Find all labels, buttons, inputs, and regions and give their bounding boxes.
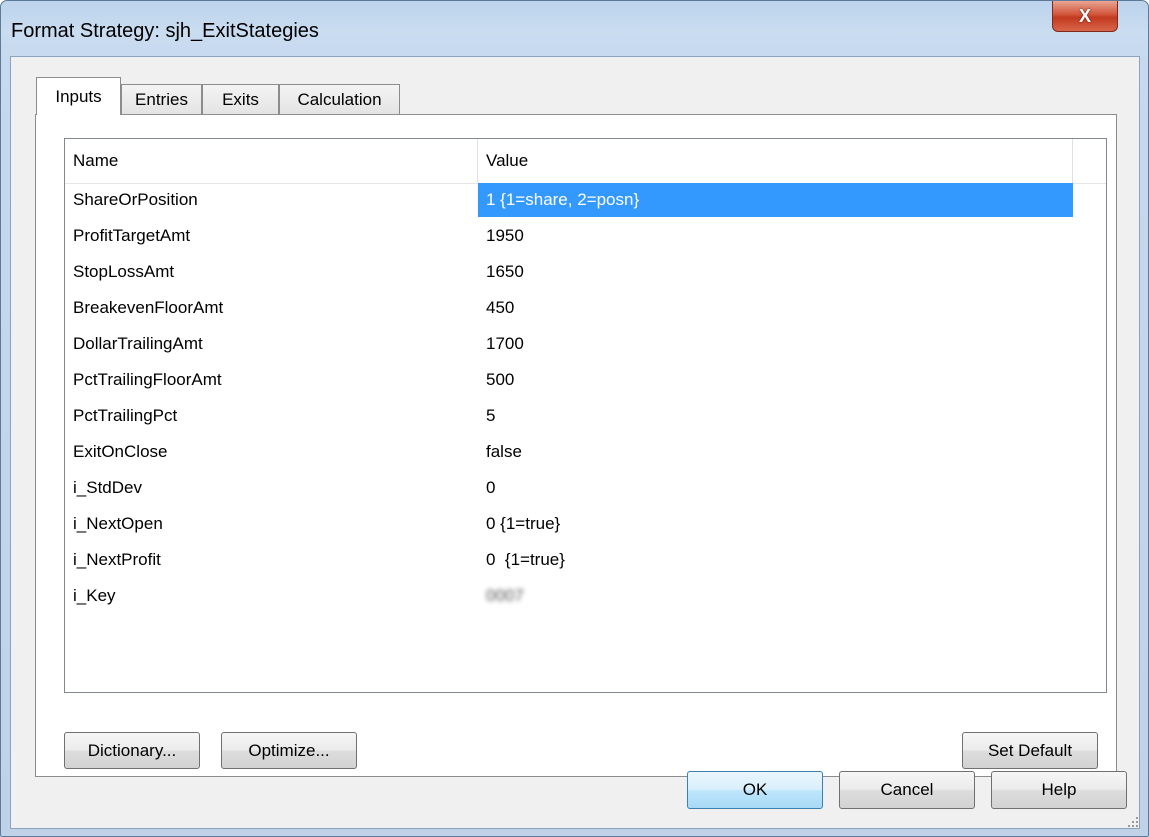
column-header-value-label: Value [486, 151, 529, 170]
dictionary-button[interactable]: Dictionary... [64, 732, 200, 769]
table-row[interactable]: PctTrailingFloorAmt 500 [65, 363, 1106, 399]
table-row[interactable]: ExitOnClose false [65, 435, 1106, 471]
row-name: i_StdDev [73, 478, 142, 497]
row-value[interactable]: false [478, 435, 1073, 469]
row-value[interactable]: 450 [478, 291, 1073, 325]
column-header-value[interactable]: Value [478, 139, 1073, 183]
tab-entries[interactable]: Entries [121, 84, 202, 115]
format-strategy-dialog: Format Strategy: sjh_ExitStategies X Inp… [0, 0, 1149, 837]
row-value[interactable]: 500 [478, 363, 1073, 397]
set-default-button[interactable]: Set Default [962, 732, 1098, 769]
row-value[interactable]: 1650 [478, 255, 1073, 289]
row-value[interactable]: 5 [478, 399, 1073, 433]
row-name: ExitOnClose [73, 442, 168, 461]
close-button[interactable]: X [1052, 1, 1118, 32]
table-row[interactable]: PctTrailingPct 5 [65, 399, 1106, 435]
row-name: StopLossAmt [73, 262, 175, 281]
row-value[interactable]: 1700 [478, 327, 1073, 361]
tab-inputs-label: Inputs [55, 86, 102, 106]
row-value[interactable]: 1 {1=share, 2=posn} [478, 183, 1073, 217]
table-row[interactable]: StopLossAmt 1650 [65, 255, 1106, 291]
row-name: ProfitTargetAmt [73, 226, 191, 245]
row-value[interactable]: 1950 [478, 219, 1073, 253]
close-icon: X [1078, 5, 1091, 26]
tab-exits[interactable]: Exits [202, 84, 279, 115]
table-row[interactable]: BreakevenFloorAmt 450 [65, 291, 1106, 327]
tab-exits-label: Exits [222, 90, 259, 109]
row-name: PctTrailingPct [73, 406, 178, 425]
row-name: PctTrailingFloorAmt [73, 370, 222, 389]
row-value[interactable]: 0 {1=true} [478, 543, 1073, 577]
optimize-button[interactable]: Optimize... [221, 732, 357, 769]
cancel-button[interactable]: Cancel [839, 771, 975, 809]
row-name: i_NextOpen [73, 514, 163, 533]
help-button[interactable]: Help [991, 771, 1127, 809]
row-value[interactable]: 0007 [478, 579, 1073, 613]
table-row[interactable]: ShareOrPosition 1 {1=share, 2=posn} [65, 183, 1106, 219]
inputs-tab-panel: Name Value ShareOrPosition 1 {1=share, 2… [35, 114, 1117, 777]
tab-calculation[interactable]: Calculation [279, 84, 400, 115]
row-name: i_NextProfit [73, 550, 161, 569]
table-row[interactable]: i_NextProfit 0 {1=true} [65, 543, 1106, 579]
redacted-key-value: 0007 [486, 586, 524, 605]
ok-button[interactable]: OK [687, 771, 823, 809]
dialog-client-area: Inputs Entries Exits Calculation Name Va… [10, 56, 1140, 829]
row-name: BreakevenFloorAmt [73, 298, 224, 317]
tab-entries-label: Entries [135, 90, 188, 109]
row-value[interactable]: 0 [478, 471, 1073, 505]
row-name: i_Key [73, 586, 116, 605]
column-header-name-label: Name [73, 151, 119, 170]
tab-calculation-label: Calculation [297, 90, 382, 109]
column-header-name[interactable]: Name [65, 139, 478, 183]
table-row[interactable]: i_NextOpen 0 {1=true} [65, 507, 1106, 543]
table-row[interactable]: ProfitTargetAmt 1950 [65, 219, 1106, 255]
tab-inputs[interactable]: Inputs [36, 77, 121, 115]
grid-header: Name Value [65, 139, 1106, 184]
window-title: Format Strategy: sjh_ExitStategies [11, 20, 319, 42]
inputs-grid[interactable]: Name Value ShareOrPosition 1 {1=share, 2… [64, 138, 1107, 693]
resize-grip-icon[interactable] [1127, 816, 1139, 828]
table-row[interactable]: i_StdDev 0 [65, 471, 1106, 507]
row-value[interactable]: 0 {1=true} [478, 507, 1073, 541]
table-row[interactable]: i_Key 0007 [65, 579, 1106, 615]
table-row[interactable]: DollarTrailingAmt 1700 [65, 327, 1106, 363]
row-name: DollarTrailingAmt [73, 334, 203, 353]
row-name: ShareOrPosition [73, 190, 198, 209]
